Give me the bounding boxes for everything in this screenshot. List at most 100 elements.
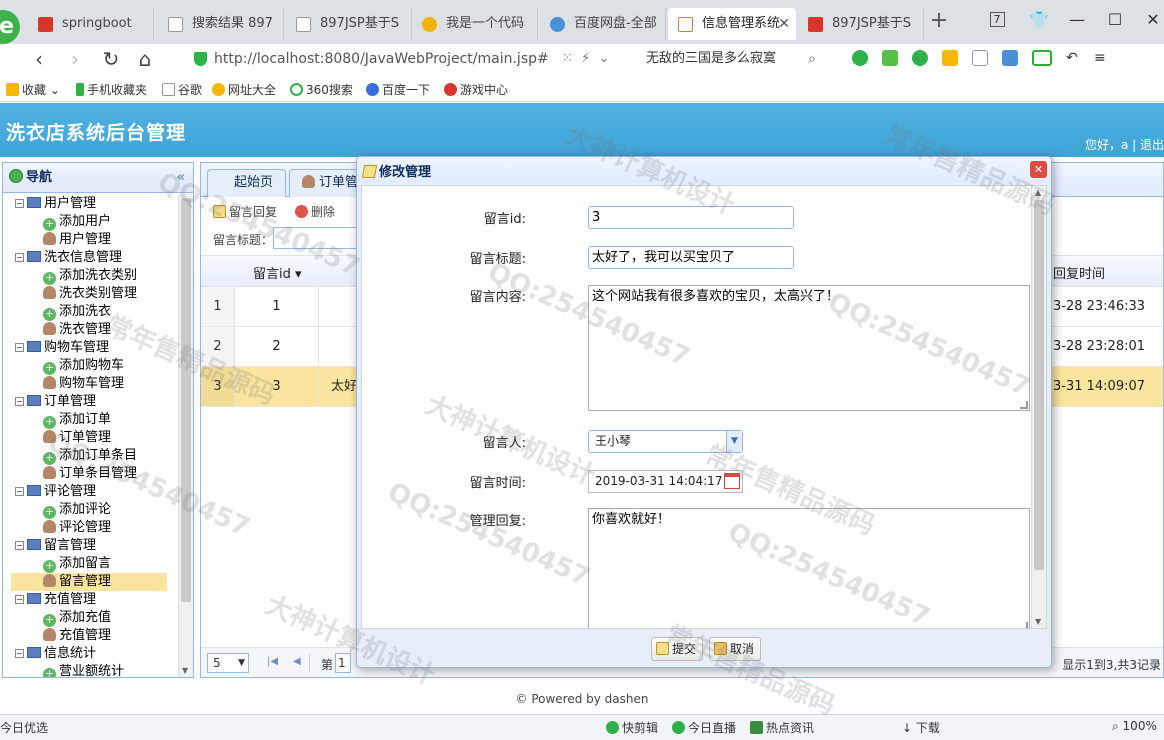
browser-tab-active[interactable]: 信息管理系统 ✕ xyxy=(668,8,796,40)
status-item[interactable]: 今日直播 xyxy=(672,719,736,736)
tree-item[interactable]: 洗衣管理 xyxy=(3,321,179,339)
tree-item[interactable]: + 添加评论 xyxy=(3,501,179,519)
scroll-up-icon[interactable]: ▲ xyxy=(1035,188,1041,197)
reply-textarea[interactable]: 你喜欢就好！ xyxy=(588,508,1030,628)
browser-tab[interactable]: 我是一个代码 xyxy=(412,8,538,40)
minimize-button[interactable]: — xyxy=(1062,8,1092,32)
delete-button[interactable]: 删除 xyxy=(295,203,335,220)
apps-icon[interactable] xyxy=(1002,50,1018,66)
tree-group[interactable]: − 用户管理 xyxy=(3,195,179,213)
search-icon[interactable]: ⌕ xyxy=(808,46,816,72)
shirt-icon[interactable]: 👕 xyxy=(1024,8,1054,32)
tree-item[interactable]: + 添加订单 xyxy=(3,411,179,429)
collapse-toggle-icon[interactable]: − xyxy=(15,253,24,262)
close-icon[interactable]: ✕ xyxy=(778,8,790,40)
menu-icon[interactable]: ≡ xyxy=(1094,50,1108,66)
tree-group[interactable]: − 评论管理 xyxy=(3,483,179,501)
scrollbar-thumb[interactable] xyxy=(1034,200,1044,570)
first-page-icon[interactable]: |◀ xyxy=(267,656,278,667)
tree-item[interactable]: 订单管理 xyxy=(3,429,179,447)
time-input[interactable]: 2019-03-31 14:04:17 xyxy=(588,470,743,493)
bookmark-item[interactable]: 谷歌 xyxy=(162,81,202,99)
collapse-toggle-icon[interactable]: − xyxy=(15,199,24,208)
prev-page-icon[interactable]: ◀ xyxy=(293,656,301,667)
column-header-reply-time[interactable]: 回复时间 xyxy=(1053,263,1105,282)
collapse-toggle-icon[interactable]: − xyxy=(15,487,24,496)
tab-start-page[interactable]: 起始页 xyxy=(207,169,287,197)
chevron-down-icon[interactable]: ▼ xyxy=(726,431,742,452)
url-tools-icon[interactable]: ⁙ ⚡ ⌄ xyxy=(562,46,609,72)
tree-item-selected[interactable]: 留言管理 xyxy=(11,573,167,591)
translate-icon[interactable] xyxy=(912,50,928,66)
reply-button[interactable]: 留言回复 xyxy=(213,203,277,220)
tree-item[interactable]: 用户管理 xyxy=(3,231,179,249)
collapse-toggle-icon[interactable]: − xyxy=(15,541,24,550)
sidebar-scrollbar[interactable]: ▼ xyxy=(178,194,193,677)
bookmark-item[interactable]: 360搜索 xyxy=(290,81,353,99)
calendar-icon[interactable] xyxy=(724,473,740,489)
close-window-button[interactable]: ✕ xyxy=(1138,8,1164,32)
scroll-down-icon[interactable]: ▼ xyxy=(1035,617,1041,626)
extension-icon[interactable] xyxy=(852,50,868,66)
tree-group[interactable]: − 留言管理 xyxy=(3,537,179,555)
content-textarea[interactable]: 这个网站我有很多喜欢的宝贝，太高兴了！ xyxy=(588,285,1030,411)
back-button[interactable]: ‹ xyxy=(26,46,52,72)
status-item[interactable]: 今日优选 xyxy=(0,719,48,736)
tree-item[interactable]: 洗衣类别管理 xyxy=(3,285,179,303)
bookmark-item[interactable]: 收藏 ⌄ xyxy=(6,81,60,99)
title-input[interactable]: 太好了，我可以买宝贝了 xyxy=(588,246,794,269)
new-tab-button[interactable]: + xyxy=(928,10,950,32)
tree-group[interactable]: − 购物车管理 xyxy=(3,339,179,357)
title-filter-input[interactable] xyxy=(273,227,363,249)
refresh-button[interactable]: ↻ xyxy=(98,46,124,72)
tree-item[interactable]: + 添加留言 xyxy=(3,555,179,573)
tree-item[interactable]: + 添加订单条目 xyxy=(3,447,179,465)
mail-icon[interactable] xyxy=(972,50,988,66)
id-input[interactable]: 3 xyxy=(588,206,794,229)
tree-item[interactable]: 充值管理 xyxy=(3,627,179,645)
tree-item[interactable]: + 添加洗衣类别 xyxy=(3,267,179,285)
bookmark-item[interactable]: 游戏中心 xyxy=(444,81,508,99)
tree-item[interactable]: + 添加购物车 xyxy=(3,357,179,375)
tab-count-button[interactable]: 7 xyxy=(982,8,1012,32)
user-select[interactable]: 王小琴 ▼ xyxy=(588,430,743,453)
forward-button[interactable]: › xyxy=(62,46,88,72)
submit-button[interactable]: 提交 xyxy=(651,637,704,661)
collapse-toggle-icon[interactable]: − xyxy=(15,397,24,406)
bookmark-item[interactable]: 手机收藏夹 xyxy=(76,81,147,99)
undo-icon[interactable]: ↶ xyxy=(1066,50,1080,66)
search-input[interactable]: 无敌的三国是多么寂寞 xyxy=(646,46,776,72)
tree-item[interactable]: 购物车管理 xyxy=(3,375,179,393)
browser-tab[interactable]: 搜索结果 897 xyxy=(158,8,284,40)
home-button[interactable]: ⌂ xyxy=(132,46,158,72)
status-item[interactable]: 快剪辑 xyxy=(606,719,658,736)
dialog-scrollbar[interactable]: ▲ ▼ xyxy=(1031,186,1046,628)
page-size-select[interactable]: 5 ▼ xyxy=(207,653,249,673)
status-item[interactable]: 热点资讯 xyxy=(750,719,814,736)
battery-icon[interactable] xyxy=(1032,50,1052,66)
column-header-id[interactable]: 留言id ▾ xyxy=(253,263,302,282)
tree-item[interactable]: + 添加用户 xyxy=(3,213,179,231)
dialog-close-button[interactable]: ✕ xyxy=(1030,161,1047,178)
collapse-icon[interactable]: « xyxy=(177,163,185,193)
tree-group[interactable]: − 充值管理 xyxy=(3,591,179,609)
coin-icon[interactable] xyxy=(942,50,958,66)
bookmark-item[interactable]: 百度一下 xyxy=(366,81,430,99)
logout-link[interactable]: 退出 xyxy=(1140,138,1164,152)
tree-item[interactable]: 评论管理 xyxy=(3,519,179,537)
cancel-button[interactable]: 取消 xyxy=(709,637,762,661)
collapse-toggle-icon[interactable]: − xyxy=(15,595,24,604)
scrollbar-thumb[interactable] xyxy=(181,198,191,602)
scissors-icon[interactable] xyxy=(882,50,898,66)
scroll-down-icon[interactable]: ▼ xyxy=(182,666,188,675)
status-item[interactable]: ↓ 下载 xyxy=(902,719,940,736)
page-number-input[interactable]: 1 xyxy=(335,653,351,673)
tree-group[interactable]: − 信息统计 xyxy=(3,645,179,663)
maximize-button[interactable]: ☐ xyxy=(1100,8,1130,32)
collapse-toggle-icon[interactable]: − xyxy=(15,649,24,658)
browser-tab[interactable]: 897JSP基于S xyxy=(286,8,412,40)
browser-tab[interactable]: springboot xyxy=(28,8,154,40)
tree-group[interactable]: − 洗衣信息管理 xyxy=(3,249,179,267)
zoom-level[interactable]: ⌕ 100% xyxy=(1112,719,1157,734)
resize-grip-icon[interactable] xyxy=(1020,401,1028,409)
